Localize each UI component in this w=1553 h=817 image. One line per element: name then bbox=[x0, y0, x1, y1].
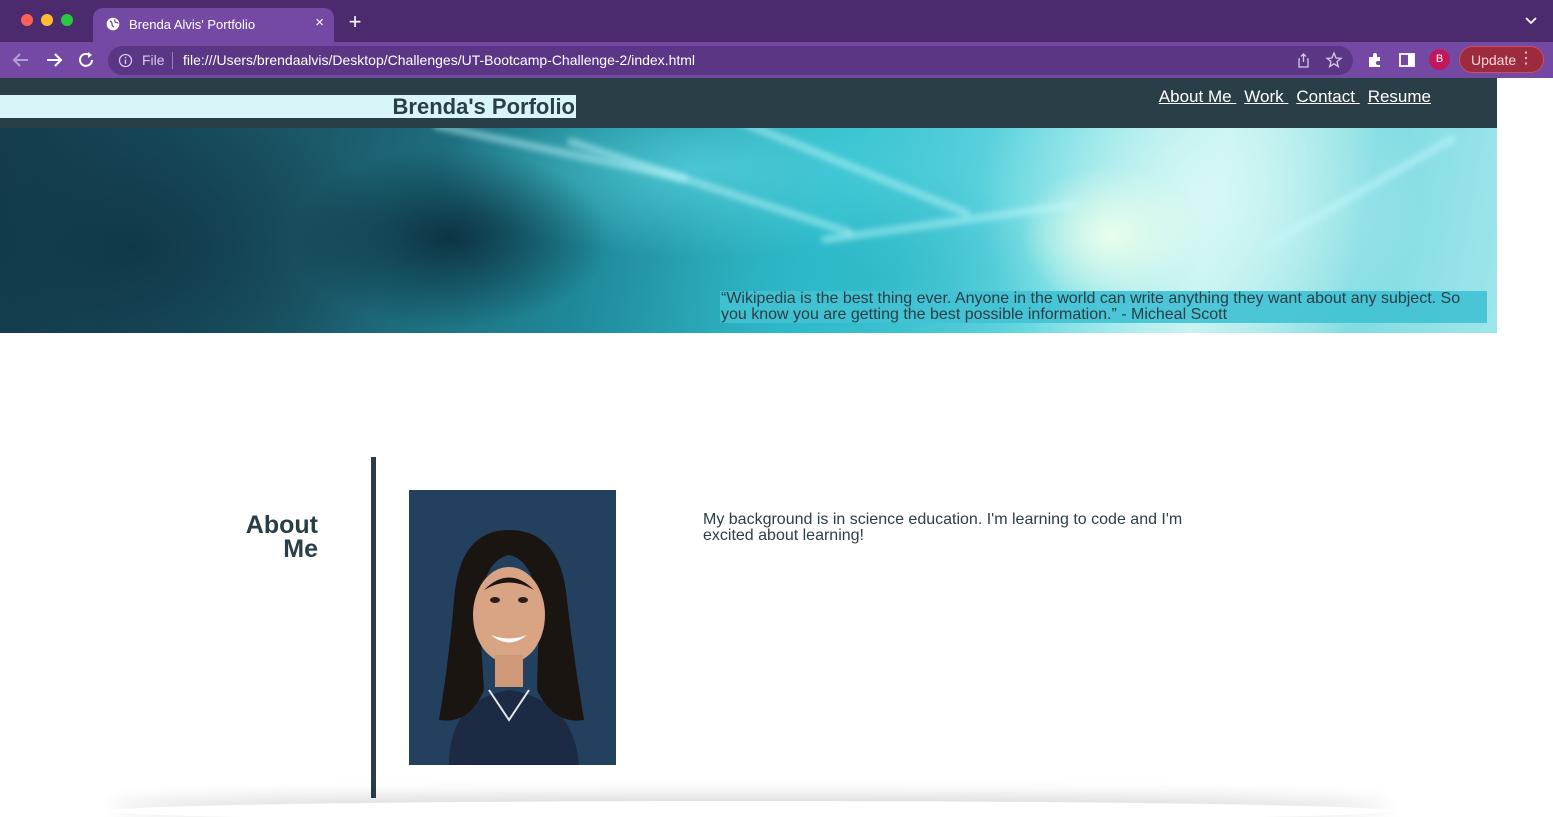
web-page: Brenda's Porfolio About Me Work Contact … bbox=[0, 78, 1553, 817]
about-me-text: My background is in science education. I… bbox=[703, 511, 1183, 544]
hero-banner-image: “Wikipedia is the best thing ever. Anyon… bbox=[0, 128, 1497, 333]
kebab-menu-icon[interactable]: ⋮ bbox=[1518, 51, 1534, 67]
section-divider bbox=[371, 457, 376, 798]
tab-close-icon[interactable]: × bbox=[315, 14, 324, 32]
next-section-shadow bbox=[110, 801, 1390, 817]
browser-tab-bar: Brenda Alvis' Portfolio × + bbox=[0, 0, 1553, 42]
browser-toolbar: File file:///Users/brendaalvis/Desktop/C… bbox=[0, 42, 1553, 78]
about-me-section: About Me My background is in science edu… bbox=[0, 457, 1553, 798]
address-bar[interactable]: File file:///Users/brendaalvis/Desktop/C… bbox=[108, 46, 1353, 75]
update-label: Update bbox=[1471, 52, 1517, 68]
back-arrow-icon[interactable] bbox=[11, 50, 31, 70]
about-me-heading: About Me bbox=[200, 511, 318, 563]
new-tab-button[interactable]: + bbox=[344, 10, 366, 34]
nav-link-contact[interactable]: Contact bbox=[1296, 87, 1359, 107]
maximize-window-button[interactable] bbox=[61, 14, 73, 26]
nav-link-about-me[interactable]: About Me bbox=[1159, 87, 1237, 107]
brand-banner: Brenda's Porfolio bbox=[0, 94, 576, 119]
tab-search-chevron-icon[interactable] bbox=[1523, 12, 1539, 28]
info-icon[interactable] bbox=[118, 53, 133, 68]
site-title: Brenda's Porfolio bbox=[392, 94, 575, 119]
side-panel-icon[interactable] bbox=[1398, 51, 1416, 69]
profile-avatar[interactable]: B bbox=[1429, 49, 1450, 70]
share-icon[interactable] bbox=[1296, 53, 1311, 68]
profile-photo bbox=[409, 490, 616, 765]
reload-icon[interactable] bbox=[76, 50, 96, 70]
site-header: Brenda's Porfolio About Me Work Contact … bbox=[0, 78, 1497, 128]
nav-link-work[interactable]: Work bbox=[1244, 87, 1288, 107]
about-me-heading-line1: About bbox=[245, 511, 318, 539]
minimize-window-button[interactable] bbox=[41, 14, 53, 26]
url-text[interactable]: file:///Users/brendaalvis/Desktop/Challe… bbox=[183, 52, 695, 68]
update-button[interactable]: Update ⋮ bbox=[1459, 46, 1544, 73]
close-window-button[interactable] bbox=[21, 14, 33, 26]
url-scheme-label: File bbox=[142, 52, 165, 68]
url-separator bbox=[172, 52, 173, 69]
forward-arrow-icon[interactable] bbox=[44, 50, 64, 70]
nav-link-resume[interactable]: Resume bbox=[1368, 87, 1431, 107]
tab-title: Brenda Alvis' Portfolio bbox=[129, 17, 256, 32]
bookmark-star-icon[interactable] bbox=[1325, 51, 1343, 69]
site-nav: About Me Work Contact Resume bbox=[1159, 87, 1431, 107]
hero-quote: “Wikipedia is the best thing ever. Anyon… bbox=[720, 291, 1487, 323]
globe-icon bbox=[106, 17, 120, 31]
browser-tab-active[interactable]: Brenda Alvis' Portfolio × bbox=[93, 8, 334, 42]
about-me-heading-line2: Me bbox=[283, 535, 318, 563]
extensions-puzzle-icon[interactable] bbox=[1366, 51, 1384, 69]
